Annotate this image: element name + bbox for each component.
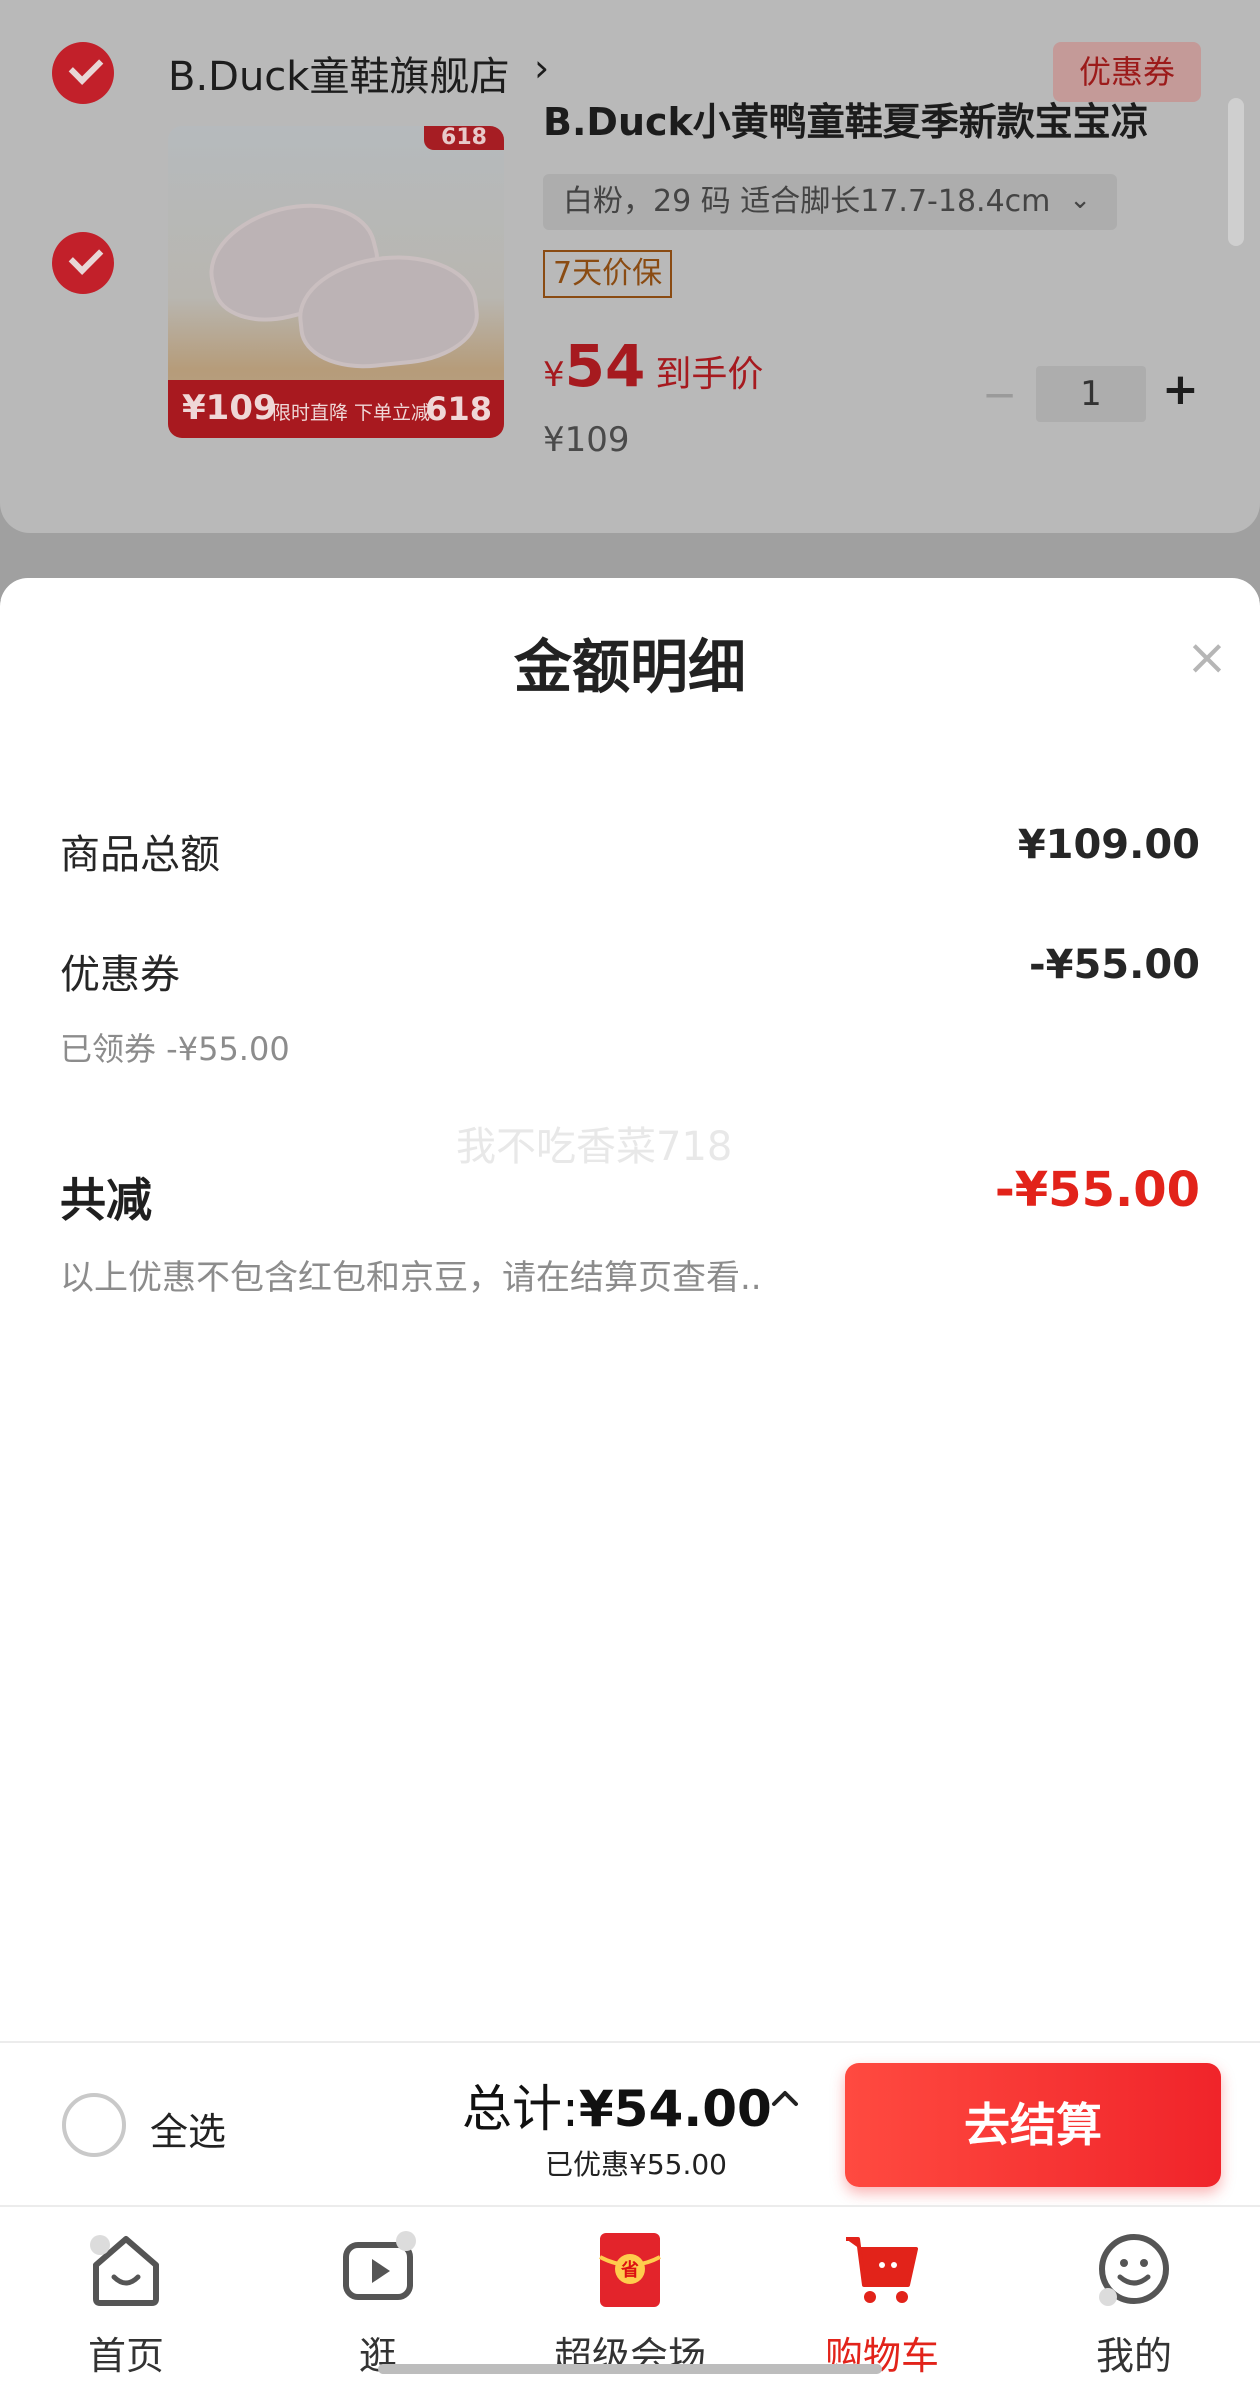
home-icon [90,2235,159,2306]
tab-browse[interactable]: 逛 [252,2207,504,2381]
final-price-value: 54 [564,332,646,400]
quantity-increase-button[interactable]: + [1162,364,1199,415]
discount-footnote: 以上优惠不包含红包和京豆，请在结算页查看.. [60,1258,762,1298]
svg-text:省: 省 [620,2259,639,2281]
select-all-label[interactable]: 全选 [150,2101,226,2156]
thumb-promo-text: 限时直降 下单立减 [272,402,431,424]
bottom-tab-bar: 首页 逛 省 超级会场 购物车 我的 [0,2205,1260,2381]
chevron-up-icon[interactable] [770,2083,800,2113]
coupon-value: -¥55.00 [1029,942,1200,988]
total-reduce-label: 共减 [60,1173,152,1227]
promo-badge: 618 [424,126,504,150]
smiley-icon [1099,2234,1169,2306]
thumb-price-strip: ¥109 限时直降 下单立减 618 [168,380,504,438]
original-price: ¥109 [543,420,630,460]
tab-cart[interactable]: 购物车 [756,2207,1008,2381]
tab-mine[interactable]: 我的 [1008,2207,1260,2381]
store-name[interactable]: B.Duck童鞋旗舰店 [168,44,509,102]
checkout-bar: 全选 总计:¥54.00 已优惠¥55.00 去结算 [0,2041,1260,2205]
tab-label: 我的 [1095,2334,1172,2378]
store-card: B.Duck童鞋旗舰店 › 优惠券 618 ¥109 限时直降 下单立减 618… [0,0,1260,533]
price-guarantee-badge: 7天价保 [543,250,673,298]
amount-detail-sheet: 金额明细 × 商品总额 ¥109.00 优惠券 -¥55.00 已领券 -¥55… [0,578,1260,2041]
product-thumbnail[interactable]: 618 ¥109 限时直降 下单立减 618 [168,126,504,438]
close-icon[interactable]: × [1186,628,1228,686]
total-value: ¥54.00 [578,2080,772,2138]
thumb-618-label: 618 [425,390,492,428]
total-summary[interactable]: 总计:¥54.00 [462,2069,772,2141]
total-label: 总计: [462,2080,579,2138]
store-checkbox[interactable] [52,42,114,104]
red-envelope-icon: 省 [599,2233,661,2307]
quantity-field[interactable]: 1 [1036,366,1146,422]
total-reduce-value: -¥55.00 [994,1162,1200,1218]
chevron-right-icon[interactable]: › [534,46,549,90]
select-all-radio[interactable] [62,2093,126,2157]
currency-symbol: ¥ [543,355,565,395]
tab-super-venue[interactable]: 省 超级会场 [504,2207,756,2381]
coupon-note: 已领券 -¥55.00 [60,1030,290,1068]
home-indicator[interactable] [378,2364,882,2374]
tab-home[interactable]: 首页 [0,2207,252,2381]
saved-amount: 已优惠¥55.00 [545,2148,727,2181]
chevron-down-icon: ⌄ [1069,185,1091,215]
checkout-button[interactable]: 去结算 [845,2063,1221,2187]
goods-total-label: 商品总额 [60,832,220,878]
spec-text: 白粉，29 码 适合脚长17.7-18.4cm [563,184,1051,219]
goods-total-value: ¥109.00 [1017,822,1200,868]
scrollbar[interactable] [1228,98,1244,246]
cart-icon [846,2237,918,2303]
coupon-label: 优惠券 [60,952,180,998]
product-title[interactable]: B.Duck小黄鸭童鞋夏季新款宝宝凉 [543,100,1203,144]
item-checkbox[interactable] [52,232,114,294]
quantity-decrease-button[interactable]: − [982,370,1017,419]
video-play-icon [343,2231,416,2300]
final-price-tag: 到手价 [655,354,764,395]
sheet-title: 金额明细 [513,633,746,701]
thumb-price: ¥109 [182,388,277,428]
final-price: ¥54 到手价 [543,332,763,400]
tab-label: 首页 [87,2334,164,2378]
spec-selector[interactable]: 白粉，29 码 适合脚长17.7-18.4cm ⌄ [543,174,1117,230]
coupon-tag-button[interactable]: 优惠券 [1053,42,1201,102]
watermark: 我不吃香菜718 [456,1124,733,1170]
